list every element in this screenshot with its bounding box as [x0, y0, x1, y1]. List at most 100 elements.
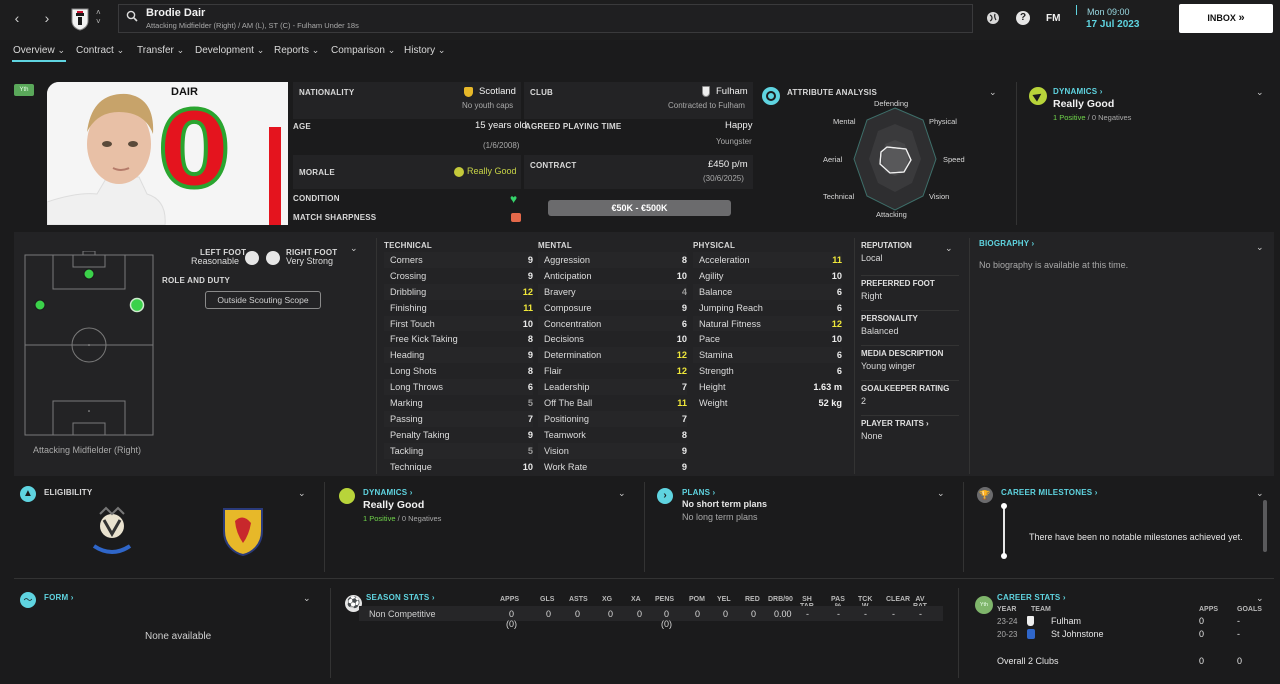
value-range-bar[interactable]: €50K - €500K [548, 200, 731, 216]
attribute-row[interactable]: Leadership 7 [538, 379, 687, 396]
club-status: Contracted to Fulham [668, 101, 745, 110]
tab-reports[interactable]: Reports ⌄ [274, 45, 319, 56]
attribute-row[interactable]: Off The Ball 11 [538, 395, 687, 411]
attribute-row[interactable]: Aggression 8 [538, 252, 687, 268]
attribute-row[interactable]: Strength 6 [693, 363, 842, 379]
career-milestones-link[interactable]: CAREER MILESTONES › [1001, 488, 1098, 497]
attribute-row[interactable]: Natural Fitness 12 [693, 315, 842, 332]
biography-link[interactable]: BIOGRAPHY › [979, 239, 1034, 248]
attribute-row[interactable]: Teamwork 8 [538, 427, 687, 443]
cycle-arrows-icon[interactable]: ˄ ˅ [96, 8, 101, 26]
attribute-row[interactable]: Free Kick Taking 8 [384, 331, 533, 347]
help-icon[interactable]: ? [1016, 11, 1030, 25]
day-time[interactable]: Mon 09:00 [1087, 7, 1130, 17]
fm-logo[interactable]: FM [1046, 13, 1060, 24]
attribute-row[interactable]: Pace 10 [693, 331, 842, 347]
left-foot-icon [245, 251, 259, 265]
career-stats-link[interactable]: CAREER STATS › [997, 593, 1066, 602]
sharpness-icon[interactable] [511, 213, 521, 222]
attribute-row[interactable]: Long Shots 8 [384, 363, 533, 379]
attribute-row[interactable]: Tackling 5 [384, 442, 533, 459]
attribute-row[interactable]: Anticipation 10 [538, 268, 687, 284]
plans-chevron-icon[interactable]: ⌄ [937, 488, 945, 499]
tab-development[interactable]: Development ⌄ [195, 45, 264, 56]
tab-history[interactable]: History ⌄ [404, 45, 445, 56]
feet-chevron-icon[interactable]: ⌄ [350, 243, 358, 254]
wage-value: £450 p/m [708, 159, 748, 170]
career-goals-header: GOALS [1237, 606, 1262, 613]
milestones-chevron-icon[interactable]: ⌄ [1256, 488, 1264, 499]
attribute-row[interactable]: Heading 9 [384, 347, 533, 364]
player-traits-block[interactable]: PLAYER TRAITS › None [861, 416, 959, 451]
attribute-row[interactable]: Corners 9 [384, 252, 533, 268]
dynamics-link[interactable]: DYNAMICS › [1053, 87, 1103, 96]
attribute-row[interactable]: Finishing 11 [384, 300, 533, 316]
nationality-label: NATIONALITY [299, 88, 355, 97]
fulham-crest-icon [1027, 616, 1034, 626]
youth-badge: Yth [14, 84, 34, 96]
st-johnstone-crest-icon[interactable] [86, 506, 138, 556]
season-stats-link[interactable]: SEASON STATS › [366, 593, 435, 602]
attribute-row[interactable]: Determination 12 [538, 347, 687, 364]
attribute-row[interactable]: Flair 12 [538, 363, 687, 379]
attribute-row[interactable]: Vision 9 [538, 442, 687, 459]
attribute-row[interactable]: Crossing 9 [384, 268, 533, 284]
eligibility-chevron-icon[interactable]: ⌄ [298, 488, 306, 499]
attribute-row[interactable]: Bravery 4 [538, 283, 687, 300]
back-arrow-icon[interactable]: ‹ [8, 9, 26, 27]
forward-arrow-icon[interactable]: › [38, 9, 56, 27]
attribute-row[interactable]: Balance 6 [693, 283, 842, 300]
plans-link[interactable]: PLANS › [682, 488, 715, 497]
attribute-row[interactable]: Stamina 6 [693, 347, 842, 364]
attribute-row[interactable]: Marking 5 [384, 395, 533, 411]
attribute-row[interactable]: Dribbling 12 [384, 283, 533, 300]
player-subtitle: Attacking Midfielder (Right) / AM (L), S… [146, 21, 359, 30]
attribute-row[interactable]: Long Throws 6 [384, 379, 533, 396]
attribute-row[interactable]: Concentration 6 [538, 315, 687, 332]
tab-comparison[interactable]: Comparison ⌄ [331, 45, 395, 56]
attribute-analysis-chevron-icon[interactable]: ⌄ [989, 87, 997, 98]
search-icon[interactable] [126, 10, 138, 25]
attribute-row[interactable]: Penalty Taking 9 [384, 427, 533, 443]
date-marker [1076, 5, 1077, 15]
dynamics-link-2[interactable]: DYNAMICS › [363, 488, 413, 497]
club-value[interactable]: Fulham [716, 86, 748, 97]
scotland-fa-crest-icon[interactable] [220, 505, 266, 557]
attribute-row[interactable]: Technique 10 [384, 459, 533, 475]
attribute-value: 6 [836, 366, 842, 377]
heart-icon[interactable]: ♥ [510, 192, 517, 206]
form-chevron-icon[interactable]: ⌄ [303, 593, 311, 604]
inbox-button[interactable]: INBOX » [1179, 4, 1273, 33]
attribute-row[interactable]: Work Rate 9 [538, 459, 687, 475]
career-stats-chevron-icon[interactable]: ⌄ [1256, 593, 1264, 604]
shirt-number: 0 [156, 89, 232, 211]
divider [330, 588, 331, 678]
attribute-row[interactable]: Positioning 7 [538, 410, 687, 427]
tab-contract[interactable]: Contract ⌄ [76, 45, 124, 56]
attribute-row[interactable]: Jumping Reach 6 [693, 300, 842, 316]
reputation-chevron-icon[interactable]: ⌄ [945, 243, 953, 254]
attribute-row[interactable]: Passing 7 [384, 410, 533, 427]
attribute-row[interactable]: Acceleration 11 [693, 252, 842, 268]
attribute-row[interactable]: Agility 10 [693, 268, 842, 284]
dynamics-chevron-icon-2[interactable]: ⌄ [618, 488, 626, 499]
milestones-scrollbar[interactable] [1263, 500, 1267, 552]
form-link[interactable]: FORM › [44, 593, 74, 602]
dynamics-chevron-icon[interactable]: ⌄ [1256, 87, 1264, 98]
radar-label-technical: Technical [823, 192, 855, 201]
current-date[interactable]: 17 Jul 2023 [1086, 19, 1139, 30]
playing-time-value: Youngster [716, 137, 752, 146]
tab-overview[interactable]: Overview ⌄ [13, 45, 65, 56]
attribute-row[interactable]: First Touch 10 [384, 315, 533, 332]
dynamics-counts: 1 Positive / 0 Negatives [1053, 113, 1132, 122]
season-stats-row[interactable] [359, 606, 943, 621]
nationality-value[interactable]: Scotland [479, 86, 516, 97]
attribute-row[interactable]: Composure 9 [538, 300, 687, 316]
world-icon[interactable] [986, 11, 1000, 28]
tab-transfer[interactable]: Transfer ⌄ [137, 45, 184, 56]
attribute-row[interactable]: Decisions 10 [538, 331, 687, 347]
biography-chevron-icon[interactable]: ⌄ [1256, 242, 1264, 253]
personality-block: PERSONALITY Balanced [861, 311, 959, 346]
scouting-scope-button[interactable]: Outside Scouting Scope [205, 291, 321, 309]
fulham-crest-icon[interactable] [70, 7, 90, 31]
